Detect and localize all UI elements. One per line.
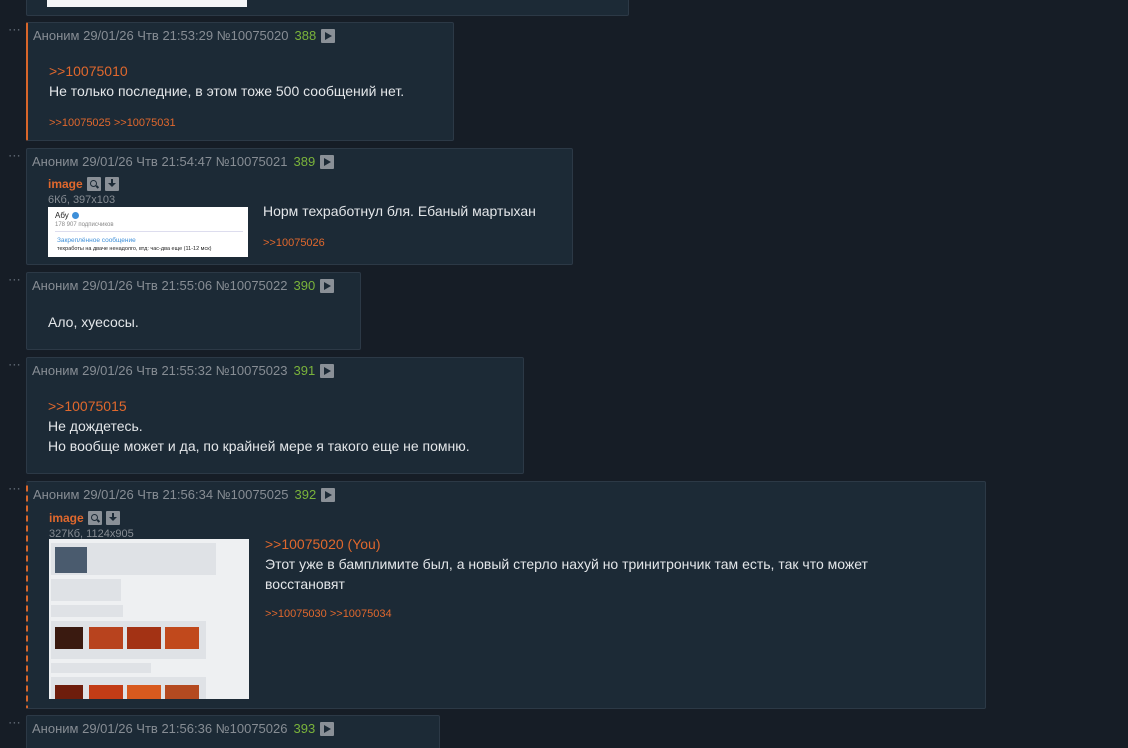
post-header: Аноним 29/01/26 Чтв 21:54:47 №10075021 3… <box>32 154 335 169</box>
post-text-line: Но вообще может и да, по крайней мере я … <box>48 438 470 454</box>
search-icon[interactable] <box>86 177 101 191</box>
post-body: >>10075015 Не дождетесь. Но вообще может… <box>48 396 470 456</box>
post-menu-icon[interactable]: ⋯ <box>8 716 22 729</box>
post-previous <box>26 0 629 16</box>
post-10075025: Аноним 29/01/26 Чтв 21:56:34 №10075025 3… <box>26 481 986 709</box>
post-datetime: 29/01/26 Чтв 21:56:36 <box>82 721 213 736</box>
image-link[interactable]: image <box>49 511 84 525</box>
play-icon[interactable] <box>320 721 335 736</box>
thumb-name: Абу <box>55 211 69 220</box>
post-menu-icon[interactable]: ⋯ <box>8 23 22 36</box>
post-body: >>10075010 Не только последние, в этом т… <box>49 61 404 101</box>
post-index: 389 <box>293 154 316 169</box>
post-header: Аноним 29/01/26 Чтв 21:55:32 №10075023 3… <box>32 363 335 378</box>
post-thumbnail[interactable]: Абу 178 907 подписчиков Закреплённое соо… <box>48 207 248 257</box>
play-icon[interactable] <box>320 363 335 378</box>
post-datetime: 29/01/26 Чтв 21:53:29 <box>83 28 214 43</box>
post-author: Аноним <box>33 487 80 502</box>
post-text-line: Этот уже в бамплимите был, а новый стерл… <box>265 556 868 572</box>
post-thumbnail[interactable] <box>49 539 249 699</box>
post-index: 390 <box>293 278 316 293</box>
post-id[interactable]: №10075022 <box>216 278 288 293</box>
search-icon[interactable] <box>87 511 102 525</box>
post-10075020: Аноним 29/01/26 Чтв 21:53:29 №10075020 3… <box>26 22 454 141</box>
post-id[interactable]: №10075026 <box>216 721 288 736</box>
play-icon[interactable] <box>320 278 335 293</box>
thumb-message: техработы на двачe ненадолго, втд: час-д… <box>57 246 212 252</box>
post-header: Аноним 29/01/26 Чтв 21:56:36 №10075026 3… <box>32 721 335 736</box>
post-id[interactable]: №10075021 <box>216 154 288 169</box>
post-author: Аноним <box>32 278 79 293</box>
post-author: Аноним <box>32 721 79 736</box>
post-index: 392 <box>294 487 317 502</box>
post-body: Ало, хуесосы. <box>48 312 139 332</box>
download-icon[interactable] <box>104 177 119 191</box>
post-header: Аноним 29/01/26 Чтв 21:55:06 №10075022 3… <box>32 278 335 293</box>
post-index: 388 <box>294 28 317 43</box>
play-icon[interactable] <box>320 154 335 169</box>
post-10075022: Аноним 29/01/26 Чтв 21:55:06 №10075022 3… <box>26 272 361 350</box>
post-menu-icon[interactable]: ⋯ <box>8 482 22 495</box>
post-replies[interactable]: >>10075030 >>10075034 <box>265 608 392 620</box>
post-id[interactable]: №10075020 <box>217 28 289 43</box>
post-text-line: Норм техработнул бля. Ебаный мартыхан <box>263 203 536 219</box>
post-menu-icon[interactable]: ⋯ <box>8 149 22 162</box>
post-10075021: Аноним 29/01/26 Чтв 21:54:47 №10075021 3… <box>26 148 573 265</box>
post-menu-icon[interactable]: ⋯ <box>8 273 22 286</box>
verified-icon <box>71 212 79 219</box>
post-quote-link[interactable]: >>10075010 <box>49 61 404 81</box>
post-author: Аноним <box>33 28 80 43</box>
post-datetime: 29/01/26 Чтв 21:54:47 <box>82 154 213 169</box>
post-index: 391 <box>293 363 316 378</box>
post-10075023: Аноним 29/01/26 Чтв 21:55:32 №10075023 3… <box>26 357 524 474</box>
post-10075026: Аноним 29/01/26 Чтв 21:56:36 №10075026 3… <box>26 715 440 748</box>
post-text-line: восстановят <box>265 576 345 592</box>
post-menu-icon[interactable]: ⋯ <box>8 358 22 371</box>
post-author: Аноним <box>32 154 79 169</box>
post-quote-link[interactable]: >>10075015 <box>48 396 470 416</box>
image-meta: image 327Кб, 1124x905 <box>49 509 134 540</box>
thumb-pinned: Закреплённое сообщение <box>57 237 136 244</box>
post-author: Аноним <box>32 363 79 378</box>
post-replies[interactable]: >>10075026 <box>263 237 325 249</box>
post-id[interactable]: №10075025 <box>217 487 289 502</box>
post-text-line: Не дождетесь. <box>48 418 143 434</box>
play-icon[interactable] <box>321 487 336 502</box>
post-datetime: 29/01/26 Чтв 21:55:32 <box>82 363 213 378</box>
post-quote-link[interactable]: >>10075020 (You) <box>265 534 868 554</box>
image-meta: image 6Кб, 397x103 <box>48 175 119 206</box>
post-thumbnail[interactable] <box>47 0 247 7</box>
download-icon[interactable] <box>105 511 120 525</box>
image-link[interactable]: image <box>48 177 83 191</box>
thumb-subs: 178 907 подписчиков <box>55 222 114 228</box>
post-header: Аноним 29/01/26 Чтв 21:56:34 №10075025 3… <box>33 487 336 502</box>
image-size: 6Кб, 397x103 <box>48 194 116 206</box>
post-text-line: Не только последние, в этом тоже 500 соо… <box>49 83 405 99</box>
play-icon[interactable] <box>321 28 336 43</box>
post-id[interactable]: №10075023 <box>216 363 288 378</box>
post-body: Норм техработнул бля. Ебаный мартыхан <box>263 201 536 221</box>
post-body: >>10075020 (You) Этот уже в бамплимите б… <box>265 534 868 594</box>
post-index: 393 <box>293 721 316 736</box>
post-datetime: 29/01/26 Чтв 21:56:34 <box>83 487 214 502</box>
post-datetime: 29/01/26 Чтв 21:55:06 <box>82 278 213 293</box>
post-text-line: Ало, хуесосы. <box>48 314 139 330</box>
post-header: Аноним 29/01/26 Чтв 21:53:29 №10075020 3… <box>33 28 336 43</box>
post-replies[interactable]: >>10075025 >>10075031 <box>49 117 176 129</box>
